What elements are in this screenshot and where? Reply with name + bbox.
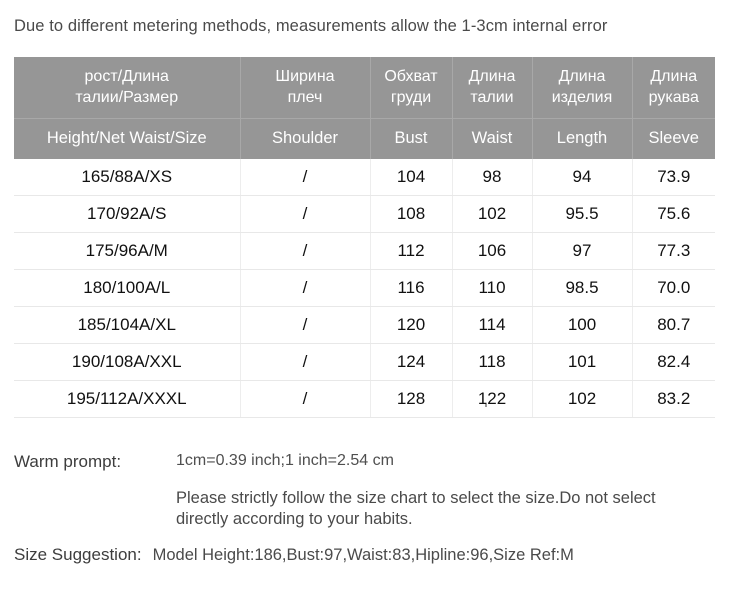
cell-length: 101 (532, 343, 633, 381)
table-row: 195/112A/XXXL / 128 122 102 83.2 (14, 380, 715, 418)
warm-prompt-label: Warm prompt: (14, 452, 122, 471)
cell-length: 102 (532, 380, 633, 418)
header-ru-sleeve: Длина рукава (632, 57, 715, 119)
metering-note: Due to different metering methods, measu… (14, 17, 608, 35)
cell-sleeve: 80.7 (632, 306, 715, 344)
footer-notes: Warm prompt: 1cm=0.39 inch;1 inch=2.54 c… (14, 452, 720, 531)
size-chart-advice-text: Please strictly follow the size chart to… (176, 489, 656, 529)
cell-waist: 122 (452, 380, 533, 418)
cell-size: 170/92A/S (14, 195, 241, 233)
header-ru-shoulder-line1: Ширина (275, 68, 335, 86)
warm-prompt-row: Warm prompt: 1cm=0.39 inch;1 inch=2.54 c… (14, 452, 720, 531)
header-ru-waist-line2: талии (470, 88, 514, 106)
table-body: 165/88A/XS / 104 98 94 73.9 170/92A/S / … (14, 159, 715, 418)
size-chart-page: { "top_note": "Due to different metering… (0, 0, 730, 607)
cell-waist: 118 (452, 343, 533, 381)
cell-bust: 120 (370, 306, 453, 344)
cell-shoulder: / (240, 380, 371, 418)
cell-shoulder: / (240, 269, 371, 307)
cell-sleeve: 83.2 (632, 380, 715, 418)
cell-shoulder: / (240, 159, 371, 196)
cell-waist: 106 (452, 232, 533, 270)
cell-sleeve: 82.4 (632, 343, 715, 381)
cell-shoulder: / (240, 195, 371, 233)
header-ru-size-line2: талии/Размер (75, 88, 179, 106)
size-suggestion-row: Size Suggestion: Model Height:186,Bust:9… (14, 545, 574, 565)
size-chart-table: рост/Длина талии/Размер Ширина плеч Обхв… (14, 57, 715, 418)
cell-size: 195/112A/XXXL (14, 380, 241, 418)
header-ru-length-line1: Длина (558, 68, 606, 86)
header-en-size: Height/Net Waist/Size (14, 118, 241, 159)
table-row: 175/96A/M / 112 106 97 77.3 (14, 232, 715, 270)
table-header: рост/Длина талии/Размер Ширина плеч Обхв… (14, 57, 715, 159)
header-row-english: Height/Net Waist/Size Shoulder Bust Wais… (14, 118, 715, 159)
size-suggestion-label: Size Suggestion: (14, 545, 142, 564)
cell-length: 100 (532, 306, 633, 344)
cell-shoulder: / (240, 306, 371, 344)
cell-waist-value: 122 (477, 389, 507, 408)
cell-length: 94 (532, 159, 633, 196)
header-ru-waist-line1: Длина (468, 68, 516, 86)
cell-bust: 112 (370, 232, 453, 270)
header-ru-length: Длина изделия (532, 57, 633, 119)
table-row: 165/88A/XS / 104 98 94 73.9 (14, 159, 715, 196)
cell-shoulder: / (240, 343, 371, 381)
cell-bust: 108 (370, 195, 453, 233)
cell-size: 185/104A/XL (14, 306, 241, 344)
header-ru-bust: Обхват груди (370, 57, 453, 119)
header-ru-bust-line1: Обхват (384, 68, 438, 86)
header-en-sleeve: Sleeve (632, 118, 715, 159)
header-ru-bust-line2: груди (390, 88, 432, 106)
header-ru-shoulder-line2: плеч (287, 88, 323, 106)
unit-conversion-text: 1cm=0.39 inch;1 inch=2.54 cm (176, 452, 394, 469)
cell-size: 180/100A/L (14, 269, 241, 307)
cell-bust: 128 (370, 380, 453, 418)
warm-prompt-body: 1cm=0.39 inch;1 inch=2.54 cm Please stri… (176, 452, 720, 531)
header-ru-size-line1: рост/Длина (84, 68, 169, 86)
cell-sleeve: 70.0 (632, 269, 715, 307)
table-row: 180/100A/L / 116 110 98.5 70.0 (14, 269, 715, 307)
cell-shoulder: / (240, 232, 371, 270)
cell-size: 165/88A/XS (14, 159, 241, 196)
header-ru-size: рост/Длина талии/Размер (14, 57, 241, 119)
table-row: 190/108A/XXL / 124 118 101 82.4 (14, 343, 715, 381)
cell-waist: 110 (452, 269, 533, 307)
cell-length: 98.5 (532, 269, 633, 307)
cell-waist: 114 (452, 306, 533, 344)
cell-size: 175/96A/M (14, 232, 241, 270)
header-en-waist: Waist (452, 118, 533, 159)
cell-size: 190/108A/XXL (14, 343, 241, 381)
table-row: 170/92A/S / 108 102 95.5 75.6 (14, 195, 715, 233)
artifact-speck (484, 404, 487, 407)
cell-length: 95.5 (532, 195, 633, 233)
cell-bust: 104 (370, 159, 453, 196)
table-row: 185/104A/XL / 120 114 100 80.7 (14, 306, 715, 344)
header-ru-waist: Длина талии (452, 57, 533, 119)
header-ru-length-line2: изделия (551, 88, 613, 106)
cell-length: 97 (532, 232, 633, 270)
header-row-russian: рост/Длина талии/Размер Ширина плеч Обхв… (14, 57, 715, 119)
size-suggestion-value: Model Height:186,Bust:97,Waist:83,Hiplin… (152, 546, 574, 564)
header-en-shoulder: Shoulder (240, 118, 371, 159)
cell-bust: 124 (370, 343, 453, 381)
cell-bust: 116 (370, 269, 453, 307)
header-en-length: Length (532, 118, 633, 159)
header-ru-shoulder: Ширина плеч (240, 57, 371, 119)
cell-waist: 98 (452, 159, 533, 196)
cell-sleeve: 75.6 (632, 195, 715, 233)
header-ru-sleeve-line1: Длина (650, 68, 698, 86)
cell-waist: 102 (452, 195, 533, 233)
header-ru-sleeve-line2: рукава (648, 88, 699, 106)
cell-sleeve: 77.3 (632, 232, 715, 270)
header-en-bust: Bust (370, 118, 453, 159)
cell-sleeve: 73.9 (632, 159, 715, 196)
